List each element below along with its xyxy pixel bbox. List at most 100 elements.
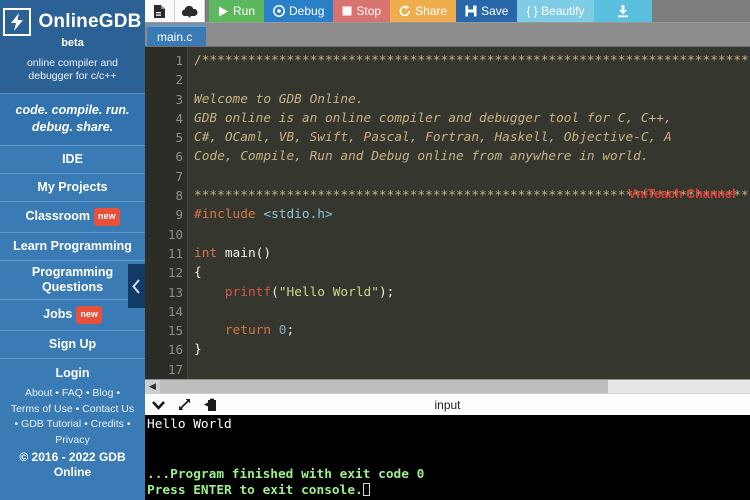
editor-code-content[interactable]: /***************************************… (187, 47, 750, 380)
copyright-line1: © 2016 - 2022 GDB (19, 450, 126, 464)
code-token-plain: main() (217, 245, 272, 261)
copyright-notice: © 2016 - 2022 GDB Online (0, 448, 145, 480)
code-token-keyword: return (224, 323, 272, 339)
console-copy-button[interactable] (197, 394, 223, 416)
save-disk-icon (465, 5, 477, 17)
console-line: Hello World (147, 417, 232, 433)
chevron-left-icon (132, 278, 140, 294)
sidebar: OnlineGDB beta online compiler and debug… (0, 0, 145, 500)
stop-button[interactable]: Stop (333, 0, 391, 22)
debug-button[interactable]: Debug (264, 0, 334, 22)
footer-links-line1[interactable]: About • FAQ • Blog • (4, 386, 141, 402)
sidebar-item-learn-programming[interactable]: Learn Programming (0, 232, 145, 260)
line-number: 16 (167, 342, 183, 358)
sidebar-item-jobs[interactable]: Jobs new (0, 299, 145, 330)
slogan-line1: code. compile. run. (15, 103, 130, 117)
code-editor[interactable]: 1 2 3 4 5 6 7 8 9 10 11 12 13 14 15 16 1… (145, 46, 750, 380)
sidebar-item-sign-up[interactable]: Sign Up (0, 330, 145, 358)
run-button-label: Run (233, 4, 256, 18)
download-button[interactable] (593, 0, 652, 22)
share-button[interactable]: Share (390, 0, 457, 22)
brand-beta-label: beta (61, 37, 84, 49)
sidebar-item-ide[interactable]: IDE (0, 145, 145, 173)
code-token-number: 0 (278, 323, 287, 339)
code-token-paren: ( (271, 284, 279, 300)
sidebar-nav: IDE My Projects Classroom new Learn Progr… (0, 145, 145, 358)
line-number: 3 (175, 91, 183, 107)
console-cursor (362, 483, 370, 497)
onlinegdb-app: OnlineGDB beta online compiler and debug… (0, 0, 750, 500)
new-file-button[interactable] (145, 0, 175, 22)
sidebar-item-label-line1: Programming (31, 265, 114, 279)
code-token-preprocessor: #include (194, 207, 256, 223)
bolt-logo-icon (3, 8, 32, 36)
code-token-string: "Hello World" (278, 284, 379, 300)
sidebar-item-my-projects[interactable]: My Projects (0, 173, 145, 201)
slogan-line2: debug. share. (31, 120, 114, 134)
badge-new: new (76, 306, 102, 324)
brand-tagline-line1: online compiler and (26, 57, 119, 69)
open-upload-button[interactable] (175, 0, 205, 22)
code-token-comment: Code, Compile, Run and Debug online from… (194, 149, 649, 165)
code-line: printf("Hello World"); (194, 283, 750, 302)
run-button[interactable]: Run (209, 0, 265, 22)
console-collapse-button[interactable] (145, 394, 171, 416)
sidebar-item-label: Jobs (43, 307, 73, 321)
sidebar-item-login[interactable]: Login (0, 358, 145, 385)
editor-gutter: 1 2 3 4 5 6 7 8 9 10 11 12 13 14 15 16 1… (145, 47, 187, 380)
line-number: 8 (175, 188, 183, 204)
brand-tagline: online compiler and debugger for c/c++ (6, 57, 139, 83)
code-line: Welcome to GDB Online. (194, 90, 750, 109)
brand-row[interactable]: OnlineGDB (3, 8, 141, 36)
code-token-include: <stdio.h> (263, 207, 333, 223)
footer-links-line2[interactable]: Terms of Use • Contact Us (4, 402, 141, 418)
tab-main-c[interactable]: main.c (147, 25, 207, 46)
scroll-left-arrow-icon[interactable]: ◀ (145, 379, 160, 394)
save-button[interactable]: Save (456, 0, 518, 22)
sidebar-item-label: IDE (62, 152, 83, 166)
line-number: 17 (167, 361, 183, 377)
scrollbar-thumb[interactable] (160, 379, 609, 394)
beautify-button[interactable]: { } Beautify (517, 0, 594, 22)
code-token-comment: Welcome to GDB Online. (194, 91, 364, 107)
line-number: 6 (175, 149, 183, 165)
line-number: 5 (175, 130, 183, 146)
footer-links-line4[interactable]: Privacy (4, 433, 141, 449)
console-output[interactable]: Hello World ...Program finished with exi… (145, 415, 750, 500)
footer-links-line3[interactable]: • GDB Tutorial • Credits • (4, 417, 141, 433)
brand-block: OnlineGDB beta online compiler and debug… (0, 0, 145, 93)
code-line: { (194, 263, 750, 282)
console-line-with-cursor: Press ENTER to exit console. (147, 483, 750, 500)
stop-icon (342, 6, 352, 16)
sidebar-item-classroom[interactable]: Classroom new (0, 201, 145, 232)
code-token-keyword: int (194, 245, 218, 261)
console-line: ...Program finished with exit code 0 (147, 466, 425, 482)
line-number: 2 (175, 72, 183, 88)
sidebar-collapse-button[interactable] (128, 264, 145, 308)
sidebar-footer-links: About • FAQ • Blog • Terms of Use • Cont… (0, 385, 145, 448)
console-expand-button[interactable] (171, 394, 197, 416)
code-line: C#, OCaml, VB, Swift, Pascal, Fortran, H… (194, 128, 750, 147)
code-token-comment: /***************************************… (194, 53, 750, 68)
share-button-label: Share (415, 4, 448, 18)
line-number: 1 (175, 53, 183, 68)
editor-horizontal-scrollbar[interactable]: ◀ (145, 379, 750, 394)
code-token-paren-close: ); (378, 284, 395, 300)
code-line: GDB online is an online compiler and deb… (194, 109, 750, 128)
code-line: int main() (194, 244, 750, 263)
line-number: 10 (167, 226, 183, 242)
line-number: 14 (167, 303, 183, 319)
sidebar-item-programming-questions[interactable]: Programming Questions (0, 260, 145, 299)
sidebar-item-label: Login (55, 366, 90, 380)
watermark-text: VniTeach Channel (628, 187, 736, 201)
line-number: 4 (175, 110, 183, 126)
tab-label: main.c (157, 30, 193, 44)
scrollbar-track[interactable] (160, 379, 750, 394)
save-button-label: Save (481, 4, 509, 18)
